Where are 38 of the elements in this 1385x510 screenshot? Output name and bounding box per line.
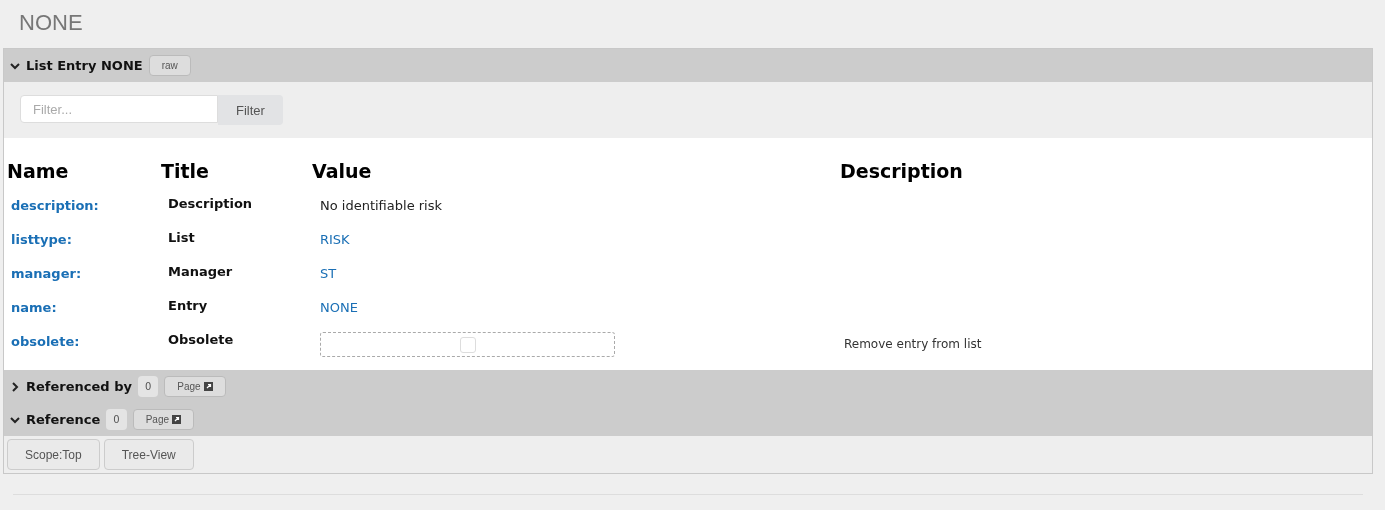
column-header: Name [7, 160, 70, 184]
filter-field[interactable]: Filter... [20, 95, 218, 123]
footer-button[interactable]: Scope:Top [7, 439, 100, 470]
filter-button[interactable]: Filter [218, 95, 283, 125]
field-name-link[interactable]: description: [11, 198, 99, 213]
page-button[interactable]: Page [132, 409, 195, 430]
section-title: Reference [26, 412, 101, 427]
column-header: Value [312, 160, 373, 184]
field-name-link[interactable]: obsolete: [11, 334, 80, 349]
page-button[interactable]: Page [164, 376, 226, 397]
value-link[interactable]: ST [320, 264, 337, 281]
page-title: NONE [19, 10, 84, 36]
external-link-icon [203, 382, 213, 391]
field-value: No identifiable risk [320, 197, 443, 213]
field-description: Remove entry from list [844, 336, 982, 351]
section-title: Referenced by [26, 379, 132, 394]
field-name-link[interactable]: manager: [11, 266, 82, 281]
field-name-link[interactable]: name: [11, 300, 57, 315]
value-link[interactable]: RISK [320, 230, 350, 247]
field-title: Entry [168, 298, 208, 313]
field-title: Description [168, 196, 253, 211]
field-name-link[interactable]: listtype: [11, 232, 72, 247]
chevron-down-icon[interactable] [10, 60, 20, 71]
raw-button[interactable]: raw [148, 55, 191, 76]
count-badge: 0 [137, 376, 159, 397]
checkbox[interactable] [459, 336, 476, 353]
footer-button[interactable]: Tree-View [103, 439, 194, 470]
chevron-right-icon[interactable] [10, 381, 20, 392]
external-link-icon [172, 415, 182, 424]
field-title: Manager [168, 264, 233, 279]
column-header: Title [161, 160, 210, 184]
section-title: List Entry NONE [26, 58, 143, 73]
count-badge: 0 [106, 409, 127, 430]
value-link[interactable]: NONE [320, 298, 358, 315]
column-header: Description [840, 160, 964, 184]
chevron-down-icon[interactable] [10, 414, 20, 425]
field-title: Obsolete [168, 332, 234, 347]
field-title: List [168, 230, 195, 245]
